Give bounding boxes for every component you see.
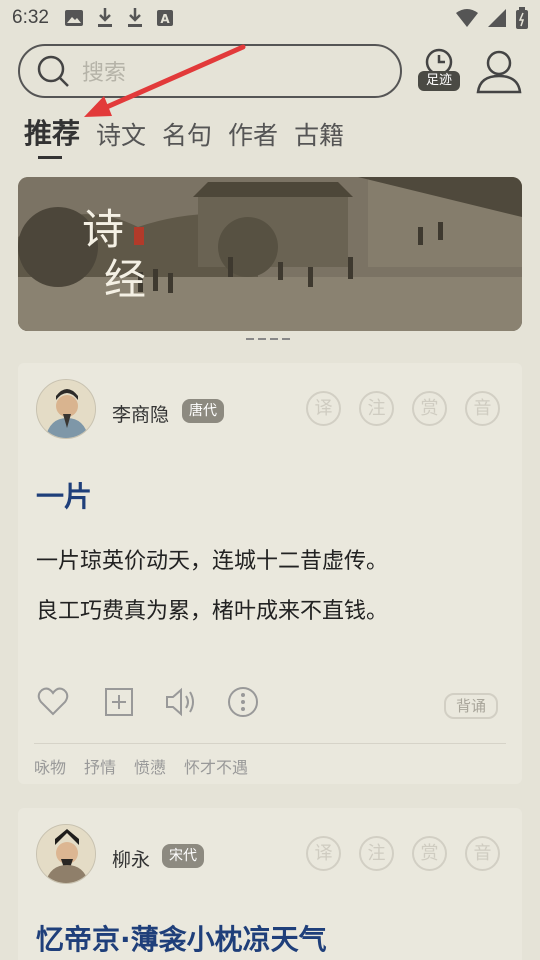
signal-icon (488, 9, 506, 27)
audio-button[interactable]: 音 (465, 836, 500, 871)
banner-title-char: 经 (104, 255, 147, 304)
translate-button[interactable]: 译 (306, 391, 341, 426)
banner-title: 诗经 (82, 205, 146, 305)
avatar[interactable] (36, 824, 96, 884)
seal-stamp (134, 227, 144, 245)
tab-indicator (38, 156, 62, 159)
poem-line: 良工巧费真为累，楮叶成来不直钱。 (36, 599, 389, 624)
tag[interactable]: 抒情 (84, 754, 116, 778)
banner-title-char: 诗 (82, 205, 125, 254)
profile-button[interactable] (474, 46, 524, 96)
author-portrait (37, 380, 95, 438)
speaker-icon[interactable] (164, 685, 198, 719)
dynasty-badge: 宋代 (162, 844, 204, 868)
search-input[interactable]: 搜索 (18, 44, 402, 98)
footprint-button[interactable]: 足迹 (418, 48, 460, 92)
poem-tools: 译 注 赏 音 (306, 391, 500, 426)
annotate-button[interactable]: 注 (359, 391, 394, 426)
poem-line: 一片琼英价动天，连城十二昔虚传。 (36, 549, 389, 574)
poem-card[interactable]: 柳永 宋代 译 注 赏 音 忆帝京·薄衾小枕凉天气 (18, 808, 522, 960)
wifi-icon (456, 9, 478, 27)
tab-recommend[interactable]: 推荐 (24, 112, 81, 159)
download-icon (127, 8, 142, 27)
tab-quotes[interactable]: 名句 (162, 116, 212, 152)
tag[interactable]: 愤懑 (134, 754, 166, 778)
poem-tools: 译 注 赏 音 (306, 836, 500, 871)
search-placeholder: 搜索 (82, 61, 127, 86)
dynasty-badge: 唐代 (182, 399, 224, 423)
audio-button[interactable]: 音 (465, 391, 500, 426)
font-icon: A (156, 10, 173, 26)
tag[interactable]: 怀才不遇 (184, 754, 248, 778)
tab-poems[interactable]: 诗文 (96, 116, 146, 152)
more-icon[interactable] (226, 685, 260, 719)
tab-classics[interactable]: 古籍 (294, 116, 344, 152)
author-portrait (37, 825, 95, 883)
author-name[interactable]: 柳永 (112, 845, 150, 872)
status-time: 6:32 (12, 7, 49, 28)
tab-authors[interactable]: 作者 (228, 116, 278, 152)
divider (34, 743, 506, 744)
action-bar: 背诵 (36, 685, 502, 725)
tag-list: 咏物 抒情 愤懑 怀才不遇 (34, 754, 248, 778)
user-icon (476, 50, 522, 94)
avatar[interactable] (36, 379, 96, 439)
annotate-button[interactable]: 注 (359, 836, 394, 871)
poem-title[interactable]: 忆帝京·薄衾小枕凉天气 (36, 918, 327, 958)
appreciate-button[interactable]: 赏 (412, 391, 447, 426)
poem-title[interactable]: 一片 (36, 475, 92, 515)
category-tabs: 推荐 诗文 名句 作者 古籍 (24, 112, 344, 159)
image-icon (64, 10, 83, 26)
recite-button[interactable]: 背诵 (443, 693, 498, 719)
heart-icon[interactable] (36, 685, 70, 719)
appreciate-button[interactable]: 赏 (412, 836, 447, 871)
tag[interactable]: 咏物 (34, 754, 66, 778)
download-icon (97, 8, 112, 27)
poem-card[interactable]: 李商隐 唐代 译 注 赏 音 一片 一片琼英价动天，连城十二昔虚传。 良工巧费真… (18, 363, 522, 784)
battery-icon (516, 7, 528, 29)
search-icon (37, 55, 69, 87)
carousel-indicator (246, 338, 290, 340)
tab-label: 推荐 (24, 117, 81, 150)
author-name[interactable]: 李商隐 (112, 400, 169, 427)
status-bar: 6:32 A (0, 0, 540, 36)
add-collection-icon[interactable] (102, 685, 136, 719)
translate-button[interactable]: 译 (306, 836, 341, 871)
footprint-label: 足迹 (418, 71, 460, 91)
svg-text:A: A (160, 12, 170, 26)
banner[interactable]: 诗经 (18, 177, 522, 331)
